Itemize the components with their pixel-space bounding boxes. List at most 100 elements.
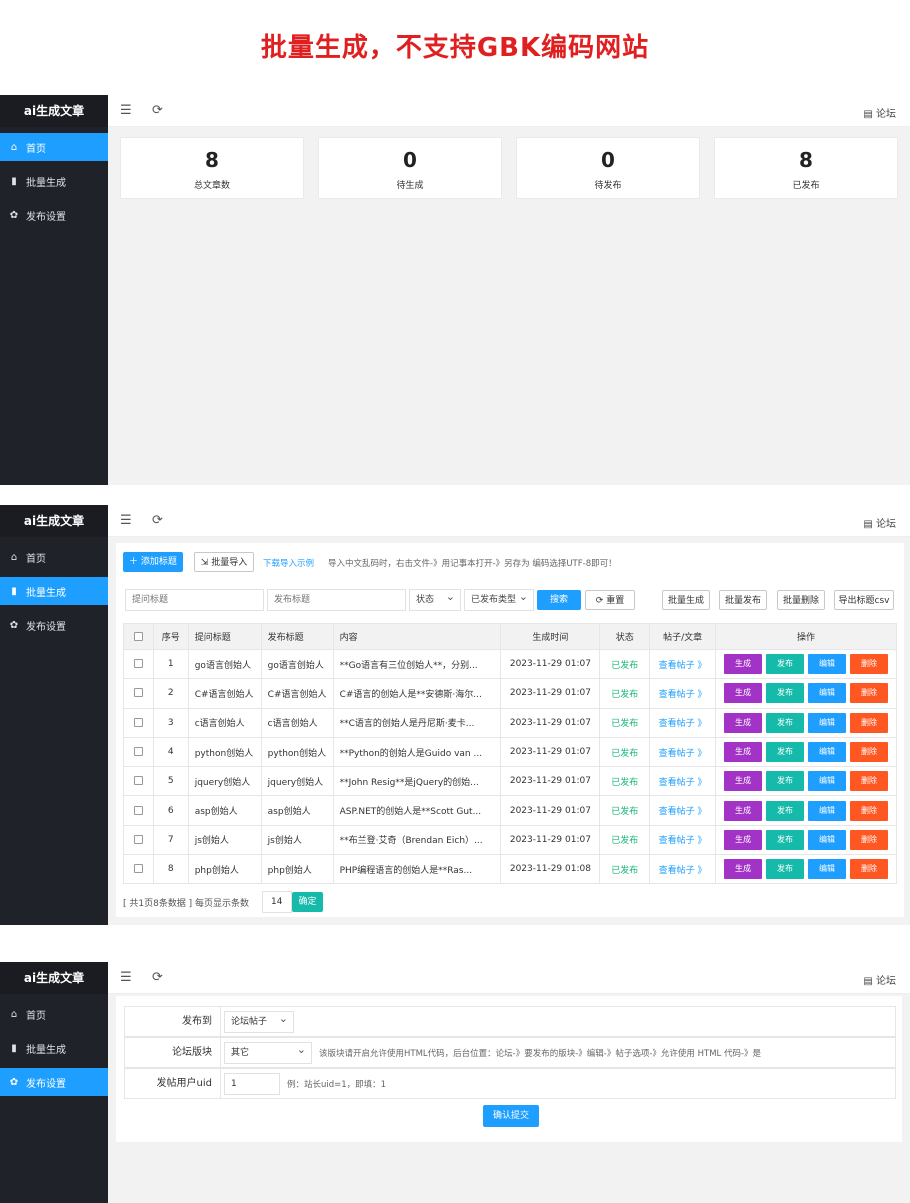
delete-button[interactable]: 删除: [850, 654, 889, 675]
menu-toggle-icon[interactable]: ☰: [120, 103, 132, 118]
edit-button[interactable]: 编辑: [808, 829, 847, 850]
menu-toggle-icon[interactable]: ☰: [120, 513, 132, 528]
view-post-link[interactable]: 查看帖子 》: [649, 678, 717, 709]
bulk-publish-button[interactable]: 批量发布: [719, 590, 767, 610]
row-checkbox[interactable]: [123, 678, 154, 709]
row-checkbox[interactable]: [123, 736, 154, 768]
column-header: 内容: [332, 623, 502, 650]
reset-button[interactable]: ⟳ 重置: [585, 590, 635, 610]
view-post-link[interactable]: 查看帖子 》: [649, 648, 717, 680]
view-post-link[interactable]: 查看帖子 》: [649, 736, 717, 768]
delete-button[interactable]: 删除: [850, 742, 889, 763]
view-post-link[interactable]: 查看帖子 》: [649, 824, 717, 856]
batch-import-button[interactable]: ⇲ 批量导入: [194, 552, 254, 572]
row-status: 已发布: [599, 824, 651, 856]
generate-button[interactable]: 生成: [724, 712, 763, 733]
view-post-link[interactable]: 查看帖子 》: [649, 707, 717, 738]
add-title-button[interactable]: ＋ 添加标题: [123, 552, 183, 572]
board-select[interactable]: 其它: [224, 1040, 312, 1064]
edit-button[interactable]: 编辑: [808, 771, 847, 792]
refresh-icon[interactable]: ⟳: [152, 970, 163, 985]
generate-button[interactable]: 生成: [724, 742, 763, 763]
edit-button[interactable]: 编辑: [808, 683, 847, 704]
page-size-input[interactable]: 14: [262, 891, 292, 913]
uid-input[interactable]: 1: [224, 1073, 280, 1095]
edit-button[interactable]: 编辑: [808, 712, 847, 733]
gear-icon: ✿: [9, 209, 19, 221]
view-post-link[interactable]: 查看帖子 》: [649, 854, 717, 885]
row-checkbox[interactable]: [123, 795, 154, 826]
publish-button[interactable]: 发布: [766, 829, 805, 850]
sidebar-item-batch[interactable]: ▮ 批量生成: [0, 1034, 108, 1062]
refresh-icon[interactable]: ⟳: [152, 103, 163, 118]
row-content: **布兰登·艾奇（Brendan Eich）...: [332, 824, 502, 856]
search-button[interactable]: 搜索: [537, 590, 581, 610]
row-status: 已发布: [599, 736, 651, 768]
publish-type-select[interactable]: 已发布类型: [464, 587, 534, 611]
forum-link[interactable]: ▤ 论坛: [863, 105, 896, 120]
row-actions: 生成 发布 编辑 删除: [715, 824, 897, 856]
download-example-link[interactable]: 下载导入示例: [263, 557, 314, 569]
sidebar-item-settings[interactable]: ✿ 发布设置: [0, 611, 108, 639]
publish-button[interactable]: 发布: [766, 683, 805, 704]
generate-button[interactable]: 生成: [724, 683, 763, 704]
delete-button[interactable]: 删除: [850, 712, 889, 733]
publish-button[interactable]: 发布: [766, 859, 805, 880]
sidebar-item-settings[interactable]: ✿ 发布设置: [0, 1068, 108, 1096]
publish-button[interactable]: 发布: [766, 771, 805, 792]
select-all-checkbox[interactable]: [123, 623, 154, 650]
sidebar-item-home[interactable]: ⌂ 首页: [0, 1000, 108, 1028]
row-time: 2023-11-29 01:07: [500, 707, 601, 738]
delete-button[interactable]: 删除: [850, 683, 889, 704]
sidebar-item-home[interactable]: ⌂ 首页: [0, 543, 108, 571]
page-size-confirm-button[interactable]: 确定: [292, 892, 323, 912]
top-bar: ☰ ⟳ ▤ 论坛: [108, 95, 910, 127]
publish-button[interactable]: 发布: [766, 800, 805, 821]
sidebar-item-batch[interactable]: ▮ 批量生成: [0, 167, 108, 195]
row-checkbox[interactable]: [123, 648, 154, 680]
refresh-icon[interactable]: ⟳: [152, 513, 163, 528]
publish-button[interactable]: 发布: [766, 654, 805, 675]
forum-link[interactable]: ▤ 论坛: [863, 515, 896, 530]
home-icon: ⌂: [10, 141, 18, 153]
submit-button[interactable]: 确认提交: [483, 1105, 539, 1127]
delete-button[interactable]: 删除: [850, 859, 889, 880]
row-checkbox[interactable]: [123, 854, 154, 885]
generate-button[interactable]: 生成: [724, 771, 763, 792]
edit-button[interactable]: 编辑: [808, 742, 847, 763]
publish-to-select[interactable]: 论坛帖子: [224, 1009, 294, 1033]
row-status: 已发布: [599, 648, 651, 680]
publish-button[interactable]: 发布: [766, 742, 805, 763]
batch-card: ＋ 添加标题 ⇲ 批量导入 下载导入示例 导入中文乱码时，右击文件-》用记事本打…: [116, 543, 904, 917]
row-checkbox[interactable]: [123, 707, 154, 738]
generate-button[interactable]: 生成: [724, 800, 763, 821]
generate-button[interactable]: 生成: [724, 829, 763, 850]
row-checkbox[interactable]: [123, 824, 154, 856]
status-select[interactable]: 状态: [409, 587, 461, 611]
delete-button[interactable]: 删除: [850, 771, 889, 792]
publish-button[interactable]: 发布: [766, 712, 805, 733]
sidebar-item-settings[interactable]: ✿ 发布设置: [0, 201, 108, 229]
row-question-title: c语言创始人: [187, 707, 262, 738]
delete-button[interactable]: 删除: [850, 829, 889, 850]
view-post-link[interactable]: 查看帖子 》: [649, 766, 717, 797]
delete-button[interactable]: 删除: [850, 800, 889, 821]
bulk-generate-button[interactable]: 批量生成: [662, 590, 710, 610]
edit-button[interactable]: 编辑: [808, 859, 847, 880]
row-status: 已发布: [599, 678, 651, 709]
edit-button[interactable]: 编辑: [808, 800, 847, 821]
sidebar-item-batch[interactable]: ▮ 批量生成: [0, 577, 108, 605]
bulk-delete-button[interactable]: 批量删除: [777, 590, 825, 610]
view-post-link[interactable]: 查看帖子 》: [649, 795, 717, 826]
generate-button[interactable]: 生成: [724, 654, 763, 675]
question-title-input[interactable]: 提问标题: [125, 589, 264, 611]
export-csv-button[interactable]: 导出标题csv: [834, 590, 894, 610]
menu-toggle-icon[interactable]: ☰: [120, 970, 132, 985]
sidebar-item-home[interactable]: ⌂ 首页: [0, 133, 108, 161]
row-checkbox[interactable]: [123, 766, 154, 797]
edit-button[interactable]: 编辑: [808, 654, 847, 675]
column-header: 发布标题: [260, 623, 334, 650]
forum-link[interactable]: ▤ 论坛: [863, 972, 896, 987]
post-title-input[interactable]: 发布标题: [267, 589, 406, 611]
generate-button[interactable]: 生成: [724, 859, 763, 880]
